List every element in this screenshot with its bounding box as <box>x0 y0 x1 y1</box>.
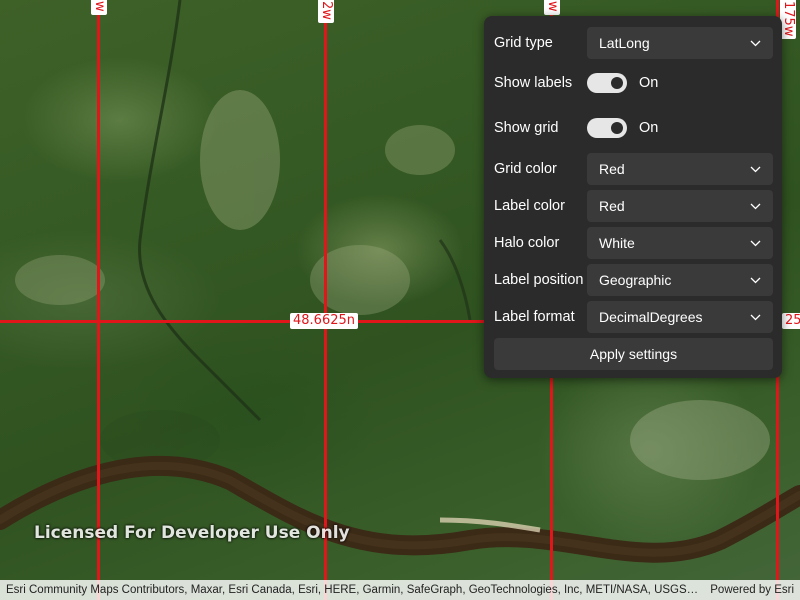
halo-color-dropdown[interactable]: White <box>587 227 773 259</box>
chevron-down-icon <box>749 237 761 249</box>
toggle-knob <box>611 77 623 89</box>
halo-color-label: Halo color <box>494 235 560 251</box>
grid-label-longitude: w <box>91 0 107 15</box>
label-position-label: Label position <box>494 272 584 288</box>
label-position-dropdown[interactable]: Geographic <box>587 264 773 296</box>
developer-watermark: Licensed For Developer Use Only <box>34 523 350 543</box>
grid-line-vertical <box>97 0 100 600</box>
grid-type-label: Grid type <box>494 35 553 51</box>
label-position-row: Label position Geographic <box>494 264 773 296</box>
grid-type-dropdown[interactable]: LatLong <box>587 27 773 59</box>
halo-color-row: Halo color White <box>494 227 773 259</box>
grid-color-dropdown[interactable]: Red <box>587 153 773 185</box>
show-labels-state: On <box>639 75 659 91</box>
toggle-knob <box>611 122 623 134</box>
label-position-value: Geographic <box>599 272 672 288</box>
grid-type-row: Grid type LatLong <box>494 27 773 59</box>
label-format-row: Label format DecimalDegrees <box>494 301 773 333</box>
chevron-down-icon <box>749 311 761 323</box>
grid-color-label: Grid color <box>494 161 557 177</box>
grid-label-longitude: 175w <box>780 0 796 40</box>
label-format-value: DecimalDegrees <box>599 309 703 325</box>
chevron-down-icon <box>749 200 761 212</box>
show-labels-toggle[interactable] <box>587 73 627 93</box>
halo-color-value: White <box>599 235 635 251</box>
label-color-dropdown[interactable]: Red <box>587 190 773 222</box>
grid-color-value: Red <box>599 161 625 177</box>
attribution-text[interactable]: Esri Community Maps Contributors, Maxar,… <box>0 580 700 600</box>
grid-color-row: Grid color Red <box>494 153 773 185</box>
chevron-down-icon <box>749 163 761 175</box>
show-grid-label: Show grid <box>494 120 559 136</box>
attribution-bar: Esri Community Maps Contributors, Maxar,… <box>0 580 800 600</box>
apply-settings-button[interactable]: Apply settings <box>494 338 773 370</box>
label-color-value: Red <box>599 198 625 214</box>
chevron-down-icon <box>749 274 761 286</box>
label-format-label: Label format <box>494 309 575 325</box>
grid-settings-panel: Grid type LatLong Show labels On Show gr… <box>484 16 782 378</box>
grid-label-longitude: 2w <box>318 0 334 23</box>
label-color-row: Label color Red <box>494 190 773 222</box>
grid-type-value: LatLong <box>599 35 650 51</box>
show-grid-toggle[interactable] <box>587 118 627 138</box>
powered-by-esri[interactable]: Powered by Esri <box>700 580 800 600</box>
show-labels-row: Show labels On <box>494 67 772 99</box>
show-labels-label: Show labels <box>494 75 573 91</box>
grid-label-longitude: w <box>544 0 560 15</box>
grid-label-latitude: 25 <box>782 313 800 329</box>
show-grid-state: On <box>639 120 659 136</box>
grid-label-latitude: 48.6625n <box>290 313 358 329</box>
label-color-label: Label color <box>494 198 565 214</box>
label-format-dropdown[interactable]: DecimalDegrees <box>587 301 773 333</box>
show-grid-row: Show grid On <box>494 112 772 144</box>
chevron-down-icon <box>749 37 761 49</box>
grid-line-vertical <box>324 0 327 600</box>
